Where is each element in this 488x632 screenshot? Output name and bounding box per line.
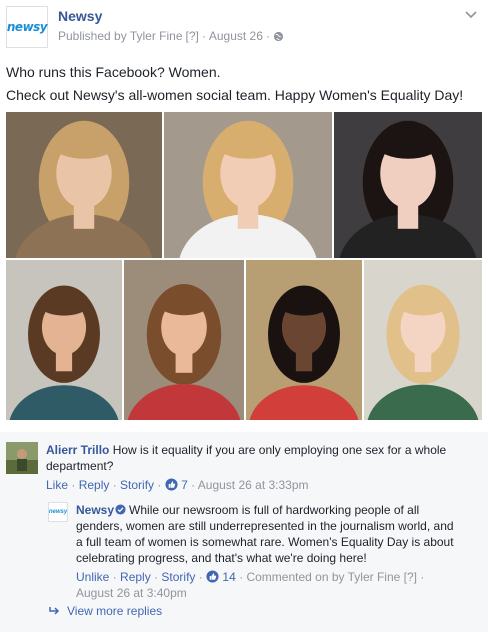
reply-time[interactable]: August 26 at 3:40pm (76, 585, 187, 601)
reply-body: Newsy While our newsroom is full of hardw… (76, 502, 482, 566)
help-marker[interactable]: [?] (186, 29, 199, 43)
photo-grid[interactable] (6, 112, 482, 420)
storify-link[interactable]: Storify (120, 478, 154, 492)
portrait-illustration (334, 112, 482, 258)
fringe-shape (53, 132, 115, 159)
verified-badge-icon (115, 504, 126, 515)
fringe-shape (279, 294, 329, 316)
reply-link-2[interactable]: Reply (120, 570, 151, 584)
comment-actions: Like · Reply · Storify · 7 · August 26 a… (46, 478, 309, 492)
reply-text-line-4: celebrating progress, and that's what we… (76, 551, 367, 565)
view-more-replies[interactable]: View more replies (48, 604, 162, 618)
comment-time[interactable]: August 26 at 3:33pm (198, 478, 309, 492)
commented-by: Commented on by Tyler Fine (246, 570, 401, 584)
help-marker-2[interactable]: [?] (404, 570, 417, 584)
fringe-shape (217, 132, 279, 159)
portrait-illustration (246, 260, 362, 420)
like-link[interactable]: Like (46, 478, 68, 492)
reply-arrow-icon (49, 607, 60, 615)
commenter-avatar[interactable] (6, 442, 38, 474)
like-count[interactable]: 7 (181, 478, 188, 492)
post-date[interactable]: August 26 (209, 29, 263, 43)
reply-avatar-text: newsy (48, 509, 68, 515)
post-meta: Published by Tyler Fine [?] · August 26 … (58, 29, 284, 43)
unlike-link[interactable]: Unlike (76, 570, 109, 584)
reply-avatar[interactable]: newsy (48, 502, 68, 522)
fringe-shape (158, 293, 210, 316)
team-photo[interactable] (364, 260, 482, 420)
meta-separator-2: · (265, 29, 270, 43)
reply-text-line-3: a full team of women is somewhat rare. W… (76, 535, 454, 549)
reply-text-line-2: genders, women are still underrepresente… (76, 519, 454, 533)
team-photo[interactable] (164, 112, 332, 258)
reply-actions: Unlike · Reply · Storify · 14 · Commente… (76, 570, 425, 584)
published-by: Published by Tyler Fine (58, 29, 183, 43)
post-text-line-1: Who runs this Facebook? Women. (6, 64, 221, 80)
team-photo[interactable] (124, 260, 244, 420)
page-logo-text: newsy (6, 20, 48, 34)
comment-author[interactable]: Alierr Trillo (46, 443, 109, 457)
storify-link-2[interactable]: Storify (161, 570, 195, 584)
meta-separator: · (201, 29, 206, 43)
portrait-illustration (6, 112, 162, 258)
team-photo[interactable] (246, 260, 362, 420)
chevron-down-icon[interactable] (464, 10, 478, 20)
like-count-2[interactable]: 14 (222, 570, 235, 584)
team-photo[interactable] (334, 112, 482, 258)
comments-section: Alierr Trillo How is it equality if you … (0, 432, 488, 632)
page-name-link[interactable]: Newsy (58, 8, 102, 24)
view-more-label[interactable]: View more replies (67, 604, 162, 618)
portrait-illustration (364, 260, 482, 420)
portrait-illustration (164, 112, 332, 258)
reply-text-line-1: While our newsroom is full of hardworkin… (129, 503, 420, 517)
comment-body: Alierr Trillo How is it equality if you … (46, 442, 476, 474)
portrait-illustration (6, 260, 122, 420)
reply-author[interactable]: Newsy (76, 503, 114, 517)
team-photo[interactable] (6, 260, 122, 420)
page-logo[interactable]: newsy (6, 6, 48, 48)
post-text-line-2: Check out Newsy's all-women social team.… (6, 87, 464, 103)
like-count-icon-2 (206, 570, 219, 583)
like-count-icon (165, 478, 178, 491)
post-header: newsy Newsy Published by Tyler Fine [?] … (0, 0, 488, 58)
fringe-shape (398, 294, 448, 316)
portrait-illustration (124, 260, 244, 420)
team-photo[interactable] (6, 112, 162, 258)
globe-icon[interactable] (273, 31, 284, 42)
fringe-shape (377, 132, 439, 159)
fringe-shape (39, 294, 89, 316)
reply-link[interactable]: Reply (79, 478, 110, 492)
